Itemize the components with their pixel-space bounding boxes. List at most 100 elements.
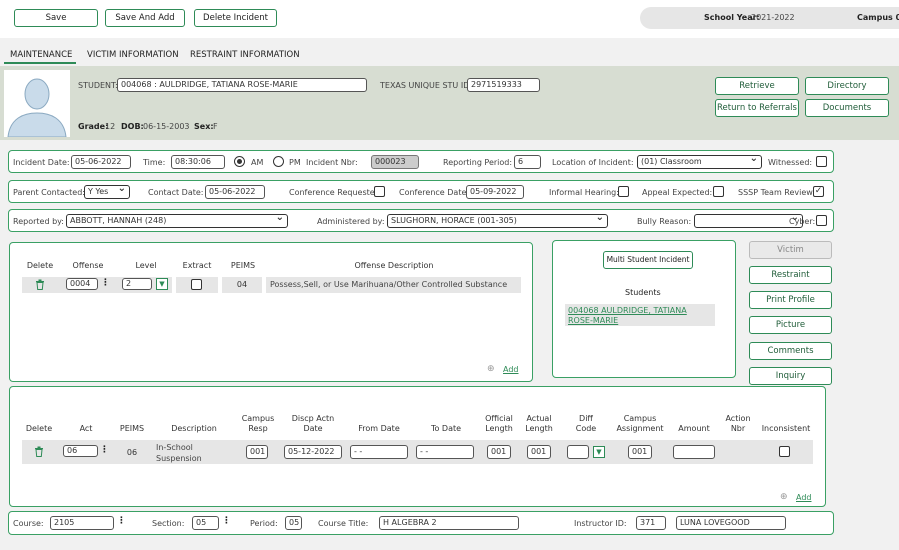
discp-date-field[interactable]: 05-12-2022 (284, 445, 342, 459)
appeal-expected-label: Appeal Expected: (642, 188, 713, 197)
to-date-field[interactable]: - - (416, 445, 474, 459)
parent-contacted-select[interactable]: Y Yes (84, 185, 130, 199)
conference-date-field[interactable]: 05-09-2022 (466, 185, 524, 199)
comments-button[interactable]: Comments (749, 342, 832, 360)
student-link[interactable]: 004068 AULDRIDGE, TATIANA ROSE-MARIE (568, 306, 714, 326)
offense-description-value: Possess,Sell, or Use Marihuana/Other Con… (270, 280, 508, 289)
bully-reason-select[interactable] (694, 214, 803, 228)
picture-button[interactable]: Picture (749, 316, 832, 334)
reporting-period-field[interactable]: 6 (514, 155, 541, 169)
administered-by-label: Administered by: (317, 217, 385, 226)
section-kebab-icon[interactable]: ⋮ (222, 516, 231, 526)
tab-restraint-information[interactable]: RESTRAINT INFORMATION (190, 50, 300, 60)
add-offense-link[interactable]: Add (503, 365, 519, 374)
student-field[interactable]: 004068 : AULDRIDGE, TATIANA ROSE-MARIE (117, 78, 367, 92)
multi-student-incident-button[interactable]: Multi Student Incident (603, 251, 693, 269)
am-radio[interactable] (234, 156, 245, 167)
documents-button[interactable]: Documents (805, 99, 889, 117)
student-label: STUDENT: (78, 81, 118, 90)
tab-maintenance[interactable]: MAINTENANCE (10, 50, 72, 60)
print-profile-button[interactable]: Print Profile (749, 291, 832, 309)
add-action-icon[interactable]: ⊕ (780, 492, 788, 502)
cyber-checkbox[interactable] (816, 215, 827, 226)
inquiry-button[interactable]: Inquiry (749, 367, 832, 385)
amount-field[interactable] (673, 445, 715, 459)
directory-button[interactable]: Directory (805, 77, 889, 95)
witnessed-checkbox[interactable] (816, 156, 827, 167)
campus-assignment-field[interactable]: 001 (628, 445, 652, 459)
section-field[interactable]: 05 (192, 516, 219, 530)
diff-code-field[interactable] (567, 445, 589, 459)
period-field[interactable]: 05 (285, 516, 302, 530)
location-label: Location of Incident: (552, 158, 634, 167)
act-code-field[interactable]: 06 (63, 445, 98, 457)
offense-header-extract: Extract (182, 261, 212, 270)
action-header-inconsistent: Inconsistent (761, 424, 811, 433)
level-field[interactable]: 2 (122, 278, 152, 290)
save-and-add-button[interactable]: Save And Add (105, 9, 185, 27)
action-header-discp-1: Discp Actn (291, 414, 335, 423)
retrieve-button[interactable]: Retrieve (715, 77, 799, 95)
course-field[interactable]: 2105 (50, 516, 114, 530)
victim-button[interactable]: Victim (749, 241, 832, 259)
reporting-period-label: Reporting Period: (443, 158, 513, 167)
student-photo (4, 70, 70, 137)
action-trash-icon[interactable] (34, 446, 44, 459)
offense-code-field[interactable]: 0004 (66, 278, 98, 290)
from-date-field[interactable]: - - (350, 445, 408, 459)
act-kebab-icon[interactable]: ⋮ (100, 445, 109, 455)
campus-label: Campus 00 (857, 13, 899, 22)
sssp-team-review-checkbox[interactable]: ✓ (813, 186, 824, 197)
action-header-campus-resp-2: Resp (248, 424, 268, 433)
level-dropdown-icon[interactable]: ▼ (156, 278, 168, 290)
course-kebab-icon[interactable]: ⋮ (117, 516, 126, 526)
offense-kebab-icon[interactable]: ⋮ (101, 278, 110, 288)
contact-date-field[interactable]: 05-06-2022 (205, 185, 265, 199)
extract-checkbox[interactable] (191, 279, 202, 290)
informal-hearing-checkbox[interactable] (618, 186, 629, 197)
offense-peims-value: 04 (236, 280, 248, 289)
instructor-name-field[interactable]: LUNA LOVEGOOD (676, 516, 786, 530)
save-button[interactable]: Save (14, 9, 98, 27)
return-to-referrals-button[interactable]: Return to Referrals (715, 99, 799, 117)
tsds-field[interactable]: 2971519333 (467, 78, 540, 92)
action-header-diff-code-2: Code (575, 424, 597, 433)
offense-header-offense: Offense (72, 261, 104, 270)
administered-by-select[interactable]: SLUGHORN, HORACE (001-305) (387, 214, 608, 228)
sssp-team-review-label: SSSP Team Review: (738, 188, 816, 197)
diff-code-dropdown-icon[interactable]: ▼ (593, 446, 605, 458)
instructor-id-field[interactable]: 371 (636, 516, 666, 530)
witnessed-label: Witnessed: (768, 158, 813, 167)
conference-requested-label: Conference Requested: (289, 188, 383, 197)
add-offense-icon[interactable]: ⊕ (487, 364, 495, 374)
inconsistent-checkbox[interactable] (779, 446, 790, 457)
action-header-assignment-1: Campus (623, 414, 657, 423)
restraint-button[interactable]: Restraint (749, 266, 832, 284)
incident-date-field[interactable]: 05-06-2022 (71, 155, 131, 169)
bully-reason-label: Bully Reason: (637, 217, 692, 226)
action-header-discp-2: Date (303, 424, 323, 433)
delete-incident-button[interactable]: Delete Incident (194, 9, 277, 27)
trash-icon[interactable] (35, 279, 45, 292)
offense-header-description: Offense Description (354, 261, 434, 270)
time-label: Time: (143, 158, 166, 167)
pm-label: PM (289, 158, 301, 167)
actual-length-field[interactable]: 001 (527, 445, 551, 459)
tab-victim-information[interactable]: VICTIM INFORMATION (87, 50, 179, 60)
tab-active-underline (4, 62, 76, 64)
reported-by-select[interactable]: ABBOTT, HANNAH (248) (66, 214, 288, 228)
appeal-expected-checkbox[interactable] (713, 186, 724, 197)
add-action-link[interactable]: Add (796, 493, 812, 502)
course-label: Course: (13, 519, 44, 528)
course-title-field[interactable]: H ALGEBRA 2 (379, 516, 519, 530)
conference-requested-checkbox[interactable] (374, 186, 385, 197)
official-length-field[interactable]: 001 (487, 445, 511, 459)
trash-icon-svg-2 (35, 446, 43, 457)
location-select[interactable]: (01) Classroom (637, 155, 762, 169)
action-header-act: Act (79, 424, 93, 433)
dob-label: DOB: (121, 122, 144, 131)
time-field[interactable]: 08:30:06 (171, 155, 225, 169)
campus-resp-field[interactable]: 001 (246, 445, 268, 459)
pm-radio[interactable] (273, 156, 284, 167)
grade-label: Grade: (78, 122, 109, 131)
